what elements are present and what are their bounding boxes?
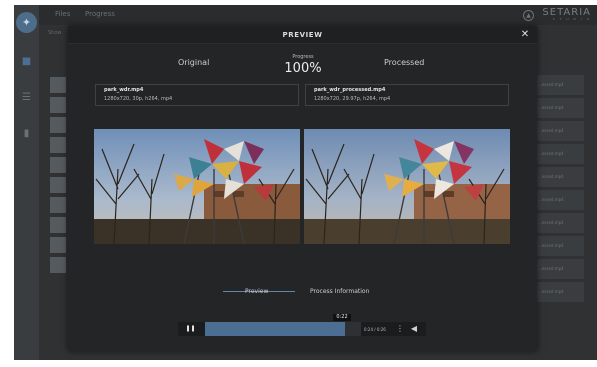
- thumbnail: [50, 197, 66, 213]
- original-file-info: park_wdr.mp4 1280x720, 30p, h264, mp4: [95, 84, 299, 106]
- tab-preview[interactable]: Preview: [245, 288, 268, 295]
- original-label: Original: [178, 58, 210, 67]
- thumbnail: [50, 257, 66, 273]
- list-item[interactable]: ...essed.mp4: [534, 236, 584, 256]
- original-file-name: park_wdr.mp4: [104, 87, 144, 93]
- close-button[interactable]: ✕: [519, 29, 531, 41]
- thumbnail: [50, 117, 66, 133]
- list-item[interactable]: ...essed.mp4: [534, 121, 584, 141]
- progress-label: Progress: [292, 54, 314, 60]
- list-item[interactable]: ...essed.mp4: [534, 144, 584, 164]
- list-item[interactable]: ...essed.mp4: [534, 167, 584, 187]
- thumbnail: [50, 77, 66, 93]
- preview-modal: PREVIEW ✕ Original Progress 100% Process…: [68, 26, 537, 351]
- thumbnail: [50, 157, 66, 173]
- document-icon[interactable]: ▮: [20, 129, 33, 139]
- list-icon[interactable]: ☰: [20, 93, 33, 103]
- pause-icon: ❚❚: [185, 325, 196, 332]
- left-rail: ✦ ■ ☰ ▮: [14, 5, 39, 360]
- time-display: 0:24 / 0:26: [364, 327, 386, 332]
- progress-value: 100%: [284, 61, 322, 76]
- thumbnail: [50, 137, 66, 153]
- list-item[interactable]: ...essed.mp4: [534, 190, 584, 210]
- list-item[interactable]: ...essed.mp4: [534, 213, 584, 233]
- list-item[interactable]: ...essed.mp4: [534, 259, 584, 279]
- top-bar: Files Progress ▲ SETARIA S T U D I O: [39, 5, 597, 25]
- background-file-list: ...essed.mp4 ...essed.mp4 ...essed.mp4 .…: [534, 75, 584, 305]
- video-player-controls: ❚❚ 0:22 0:24 / 0:26 ⋮ ◀: [178, 314, 426, 336]
- tab-process-information[interactable]: Process Information: [310, 288, 369, 295]
- volume-button[interactable]: ◀: [408, 323, 420, 335]
- thumbnail: [50, 97, 66, 113]
- user-icon[interactable]: ▲: [523, 10, 534, 21]
- seek-time-tooltip: 0:22: [333, 314, 351, 321]
- original-file-details: 1280x720, 30p, h264, mp4: [104, 96, 173, 102]
- thumbnail: [50, 237, 66, 253]
- pause-button[interactable]: ❚❚: [178, 322, 203, 336]
- list-item[interactable]: ...essed.mp4: [534, 98, 584, 118]
- modal-header: PREVIEW ✕: [68, 26, 537, 44]
- seek-bar[interactable]: 0:22: [205, 314, 361, 336]
- more-options-button[interactable]: ⋮: [396, 323, 404, 335]
- background-thumbnails: [50, 77, 66, 277]
- list-item[interactable]: ...essed.mp4: [534, 282, 584, 302]
- background-label: Show: [48, 30, 62, 36]
- volume-icon: ◀: [410, 324, 418, 333]
- original-video[interactable]: [94, 129, 300, 244]
- processed-label: Processed: [384, 58, 425, 67]
- processed-video[interactable]: [304, 129, 510, 244]
- processed-file-info: park_wdr_processed.mp4 1280x720, 29.97p,…: [305, 84, 509, 106]
- more-vertical-icon: ⋮: [396, 324, 404, 333]
- breadcrumb-progress[interactable]: Progress: [85, 10, 115, 18]
- seek-progress: [205, 322, 346, 336]
- list-item[interactable]: ...essed.mp4: [534, 75, 584, 95]
- breadcrumb-files[interactable]: Files: [55, 10, 70, 18]
- folder-icon[interactable]: ■: [20, 57, 33, 67]
- modal-title: PREVIEW: [282, 31, 323, 39]
- processed-file-name: park_wdr_processed.mp4: [314, 87, 386, 93]
- brand-logo: SETARIA S T U D I O: [542, 7, 591, 21]
- processed-file-details: 1280x720, 29.97p, h264, mp4: [314, 96, 391, 102]
- close-icon: ✕: [520, 29, 530, 40]
- thumbnail: [50, 217, 66, 233]
- app-logo-icon[interactable]: ✦: [16, 12, 37, 33]
- thumbnail: [50, 177, 66, 193]
